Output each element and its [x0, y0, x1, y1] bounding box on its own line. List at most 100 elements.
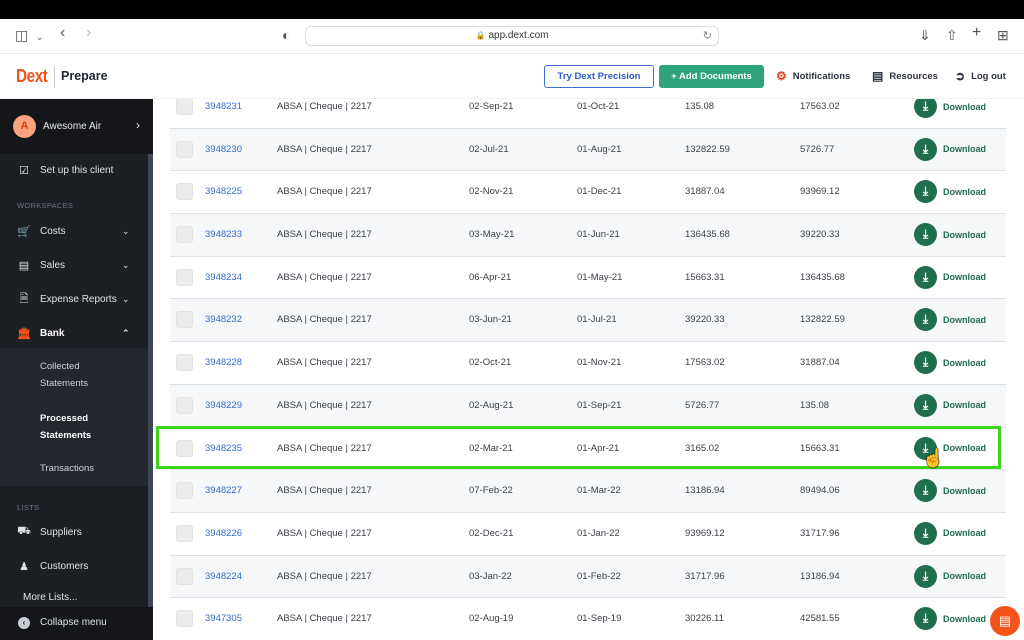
- end-date: 01-Sep-19: [577, 613, 622, 625]
- sidebar-item-label: Set up this client: [40, 164, 114, 176]
- sidebar-item-customers[interactable]: ♟ Customers: [0, 554, 148, 578]
- account-name: ABSA | Cheque | 2217: [277, 613, 372, 625]
- statement-id-link[interactable]: 3948234: [205, 272, 242, 283]
- end-date: 01-Jun-21: [577, 229, 620, 241]
- closing-balance: 136435.68: [800, 271, 845, 283]
- resources-link[interactable]: ▤ Resources: [872, 70, 938, 82]
- sidebar-item-suppliers[interactable]: ⛟ Suppliers: [0, 520, 148, 544]
- download-button[interactable]: ⤓ Download: [914, 223, 986, 247]
- end-date: 01-May-21: [577, 271, 623, 283]
- chevron-up-icon: ⌃: [122, 327, 130, 338]
- try-precision-button[interactable]: Try Dext Precision: [544, 65, 654, 88]
- shield-icon[interactable]: ◐: [282, 27, 290, 43]
- statement-id-link[interactable]: 3948233: [205, 229, 242, 240]
- download-button[interactable]: ⤓ Download: [914, 99, 986, 118]
- download-label: Download: [943, 101, 986, 112]
- download-button[interactable]: ⤓ Download: [914, 351, 986, 375]
- statement-id-link[interactable]: 3948224: [205, 571, 242, 582]
- bank-icon: 🏛: [17, 327, 31, 340]
- customers-icon: ♟: [19, 560, 29, 573]
- sidebar-item-bank[interactable]: 🏛 Bank ⌃: [0, 321, 148, 345]
- download-button[interactable]: ⤓ Download: [914, 479, 986, 503]
- statement-id-link[interactable]: 3948235: [205, 443, 242, 454]
- statement-id-link[interactable]: 3948232: [205, 314, 242, 325]
- row-checkbox[interactable]: [176, 439, 193, 457]
- row-checkbox[interactable]: [176, 183, 193, 201]
- row-checkbox[interactable]: [176, 268, 193, 286]
- chat-button[interactable]: ▤: [990, 606, 1020, 636]
- row-checkbox[interactable]: [176, 482, 193, 500]
- app-header: Dext Prepare Try Dext Precision + Add Do…: [0, 55, 1024, 99]
- sidebar-item-sales[interactable]: ▤ Sales ⌄: [0, 253, 148, 277]
- table-row: 3948231 ABSA | Cheque | 2217 02-Sep-21 01-O…: [170, 99, 1006, 129]
- sidebar-item-setup[interactable]: ☑ Set up this client: [0, 158, 148, 182]
- download-button[interactable]: ⤓ Download: [914, 393, 986, 417]
- start-date: 02-Jul-21: [469, 143, 509, 155]
- end-date: 01-Dec-21: [577, 186, 622, 198]
- receipt-icon: 🗎: [19, 292, 29, 305]
- start-date: 07-Feb-22: [469, 485, 513, 497]
- sidebar-item-expense-reports[interactable]: 🗎 Expense Reports ⌄: [0, 287, 148, 311]
- opening-balance: 136435.68: [685, 229, 730, 241]
- tab-overview-icon[interactable]: ⊞: [997, 27, 1009, 43]
- row-checkbox[interactable]: [176, 140, 193, 158]
- statement-id-link[interactable]: 3948231: [205, 101, 242, 112]
- download-button[interactable]: ⤓ Download: [914, 265, 986, 289]
- back-icon[interactable]: ‹: [60, 25, 65, 41]
- sidebar-item-costs[interactable]: 🛒 Costs ⌄: [0, 219, 148, 243]
- sidebar-item-transactions[interactable]: Transactions: [40, 460, 94, 477]
- row-checkbox[interactable]: [176, 311, 193, 329]
- client-name: Awesome Air: [43, 121, 102, 132]
- collapse-menu-button[interactable]: ‹ Collapse menu: [0, 607, 153, 640]
- end-date: 01-Nov-21: [577, 357, 622, 369]
- new-tab-icon[interactable]: +: [972, 25, 981, 41]
- reload-icon[interactable]: ↻: [703, 29, 712, 42]
- download-button[interactable]: ⤓ Download: [914, 137, 986, 161]
- statement-id-link[interactable]: 3947305: [205, 613, 242, 624]
- statement-id-link[interactable]: 3948226: [205, 528, 242, 539]
- chevron-down-icon[interactable]: ⌄: [36, 29, 44, 45]
- address-bar[interactable]: 🔒 app.dext.com ↻: [305, 26, 719, 46]
- closing-balance: 5726.77: [800, 143, 835, 155]
- row-checkbox[interactable]: [176, 567, 193, 585]
- share-icon[interactable]: ⇧: [946, 27, 958, 43]
- dext-logo[interactable]: Dext: [16, 66, 48, 87]
- logout-link[interactable]: ➲ Log out: [955, 70, 1006, 82]
- opening-balance: 30226.11: [685, 613, 724, 625]
- statement-id-link[interactable]: 3948228: [205, 357, 242, 368]
- statement-id-link[interactable]: 3948227: [205, 485, 242, 496]
- download-button[interactable]: ⤓ Download: [914, 308, 986, 332]
- statement-id-link[interactable]: 3948225: [205, 186, 242, 197]
- download-button[interactable]: ⤓ Download: [914, 521, 986, 545]
- notifications-link[interactable]: ⚙ Notifications: [776, 70, 850, 82]
- row-checkbox[interactable]: [176, 396, 193, 414]
- closing-balance: 31717.96: [800, 527, 840, 539]
- sidebar-toggle-icon[interactable]: ◫: [15, 27, 28, 43]
- forward-icon[interactable]: ›: [86, 25, 91, 41]
- download-icon: ⤓: [914, 564, 937, 588]
- download-button[interactable]: ⤓ Download: [914, 607, 986, 631]
- sidebar-item-collected-statements[interactable]: Collected Statements: [40, 358, 88, 392]
- table-row: 3948228 ABSA | Cheque | 2217 02-Oct-21 01-N…: [170, 342, 1006, 385]
- row-checkbox[interactable]: [176, 524, 193, 542]
- sidebar-item-more-lists[interactable]: More Lists...: [0, 585, 148, 609]
- row-checkbox[interactable]: [176, 354, 193, 372]
- download-button[interactable]: ⤓ Download: [914, 180, 986, 204]
- row-checkbox[interactable]: [176, 226, 193, 244]
- end-date: 01-Oct-21: [577, 101, 620, 112]
- download-button[interactable]: ⤓ Download: [914, 564, 986, 588]
- start-date: 02-Mar-21: [469, 442, 513, 454]
- add-documents-button[interactable]: + Add Documents: [659, 65, 764, 88]
- row-checkbox[interactable]: [176, 99, 193, 115]
- account-name: ABSA | Cheque | 2217: [277, 271, 372, 283]
- end-date: 01-Sep-21: [577, 399, 622, 411]
- truck-icon: ⛟: [17, 525, 31, 537]
- statement-id-link[interactable]: 3948229: [205, 400, 242, 411]
- download-label: Download: [943, 528, 986, 539]
- statement-id-link[interactable]: 3948230: [205, 144, 242, 155]
- sidebar-item-processed-statements[interactable]: Processed Statements: [40, 410, 91, 444]
- download-icon[interactable]: ⇓: [919, 27, 931, 43]
- row-checkbox[interactable]: [176, 610, 193, 628]
- client-switcher[interactable]: A Awesome Air ›: [0, 99, 153, 154]
- closing-balance: 13186.94: [800, 570, 840, 582]
